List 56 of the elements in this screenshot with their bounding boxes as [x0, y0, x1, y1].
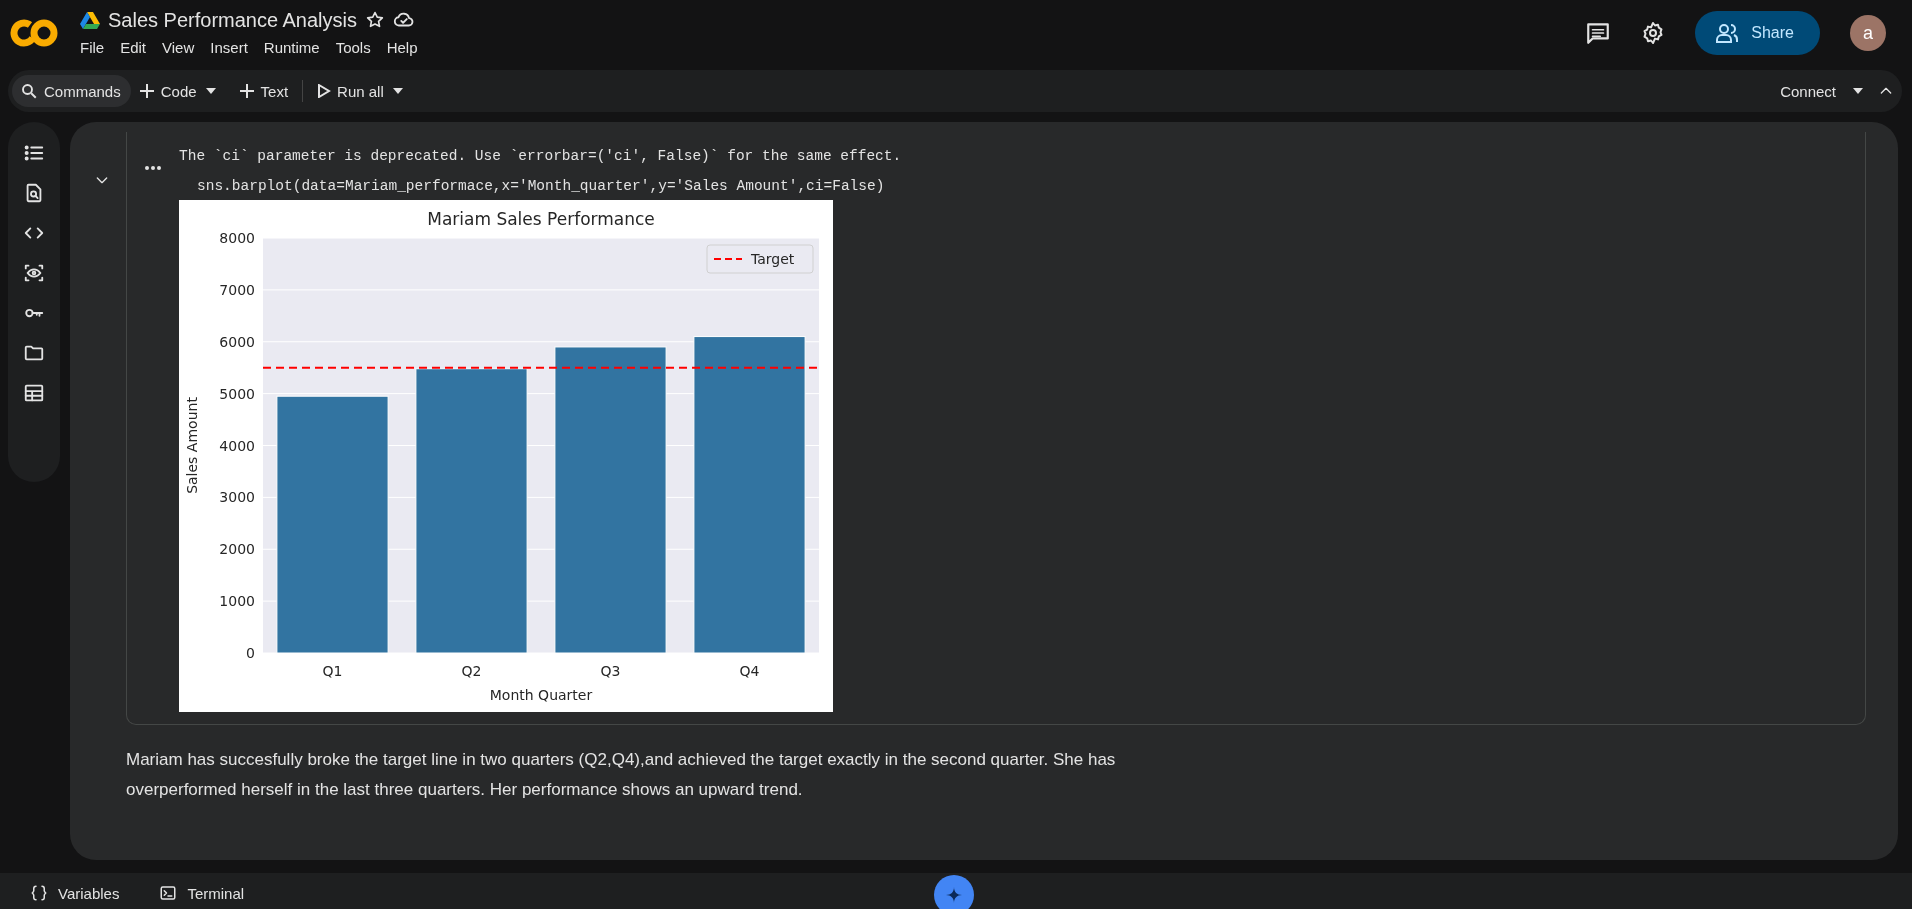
menu-item[interactable]: Edit [114, 36, 153, 58]
axis-tick-label: Q4 [739, 663, 760, 679]
notebook-title[interactable]: Sales Performance Analysis [108, 8, 357, 32]
chart-title: Mariam Sales Performance [427, 209, 655, 229]
axis-tick-label: 5000 [219, 385, 255, 402]
search-icon [20, 82, 38, 100]
share-button[interactable]: Share [1695, 11, 1820, 55]
run-all-button[interactable]: Run all [309, 75, 392, 107]
text-cell-text: Mariam has succesfully broke the target line in two quarters (Q2,Q4),and achieved the target exactly in the second quarter. She has overperformed herself in the last three quarters. Her performance shows an upward trend. [126, 749, 1117, 801]
menu-item[interactable]: Help [380, 36, 424, 58]
terminal-icon[interactable] [159, 884, 178, 902]
axis-tick-label: 2000 [219, 541, 255, 558]
axis-tick-label: Q1 [322, 663, 343, 679]
code-line: sns.barplot(data=Mariam_performace,x='Month_quarter',y='Sales Amount',ci=False) [197, 178, 886, 194]
caret-icon[interactable] [1852, 87, 1864, 95]
plus-icon [138, 83, 155, 99]
legend-line-icon [713, 258, 743, 260]
more-icon[interactable] [145, 166, 161, 170]
braces-icon[interactable] [30, 884, 48, 902]
status-bar-button[interactable]: Variables [24, 883, 126, 903]
axis-tick-label: Q3 [600, 663, 621, 679]
axis-tick-label: Q2 [461, 663, 482, 679]
add-text-button[interactable]: Text [230, 75, 297, 107]
axis-tick-label: 1000 [219, 593, 255, 610]
menu-item[interactable]: View [156, 36, 201, 58]
star-icon[interactable] [365, 10, 385, 30]
axis-tick-label: 3000 [219, 489, 255, 506]
menu-item[interactable]: File [74, 36, 111, 58]
axis-tick-label: 7000 [219, 281, 255, 298]
warning-text: The `ci` parameter is deprecated. Use `errorbar=('ci', False)` for the same effect. [179, 148, 902, 164]
menu-item[interactable]: Insert [204, 36, 254, 58]
axis-tick-label: 8000 [219, 230, 255, 246]
y-axis-label: Sales Amount [184, 397, 200, 494]
x-axis-label: Month Quarter [489, 687, 593, 703]
people-icon [1715, 22, 1740, 44]
menu-item[interactable]: Runtime [257, 36, 326, 58]
commands-button[interactable]: Commands [12, 75, 131, 107]
play-icon [317, 84, 332, 98]
add-code-button[interactable]: Code [130, 75, 205, 107]
legend-label: Target [751, 251, 795, 267]
caret-icon[interactable] [391, 87, 404, 95]
connect-button[interactable]: Connect [1772, 75, 1844, 107]
drive-icon [80, 11, 100, 29]
sparkle-icon [946, 887, 962, 903]
eye-scan-icon[interactable] [23, 262, 45, 284]
user-avatar[interactable]: a [1850, 15, 1886, 51]
menu-item[interactable]: Tools [329, 36, 377, 58]
plus-icon [238, 83, 255, 99]
caret-icon[interactable] [204, 87, 217, 95]
axis-tick-label: 6000 [219, 333, 255, 350]
axis-tick-label: 0 [246, 645, 255, 661]
axis-tick-label: 4000 [219, 437, 255, 454]
table-icon[interactable] [23, 382, 45, 404]
comment-icon[interactable] [1585, 20, 1612, 46]
assistant-button[interactable] [934, 875, 974, 909]
status-bar-button[interactable]: Terminal [153, 883, 251, 903]
